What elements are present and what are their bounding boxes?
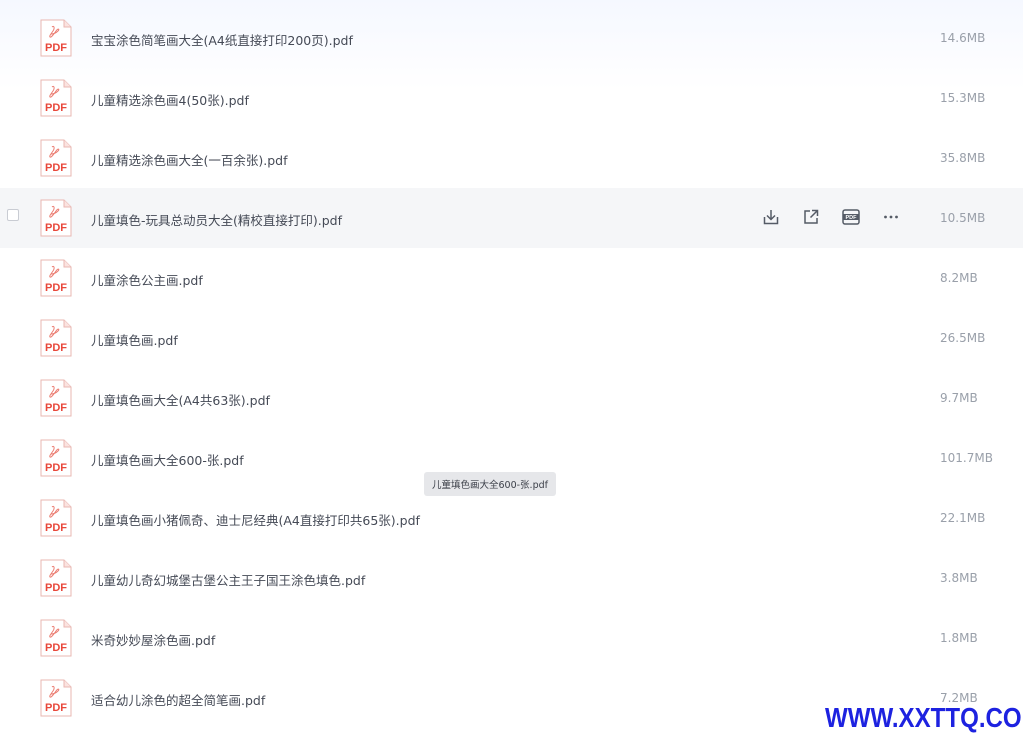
pdf-icon-label: PDF — [45, 402, 67, 414]
pdf-file-icon-partial — [40, 737, 72, 742]
pdf-file-icon[interactable]: PDF — [40, 379, 72, 417]
pdf-icon-label: PDF — [45, 162, 67, 174]
pdf-file-icon[interactable]: PDF — [40, 319, 72, 357]
pdf-icon-label: PDF — [45, 702, 67, 714]
share-icon[interactable] — [800, 206, 822, 228]
file-size: 15.3MB — [940, 91, 986, 105]
file-row[interactable]: PDF 米奇妙妙屋涂色画.pdf 1.8MB — [0, 608, 1023, 668]
file-row[interactable]: PDF 儿童填色画大全(A4共63张).pdf 9.7MB — [0, 368, 1023, 428]
file-row[interactable]: PDF 儿童填色画.pdf 26.5MB — [0, 308, 1023, 368]
file-name[interactable]: 儿童填色画.pdf — [91, 330, 178, 349]
pdf-file-icon[interactable]: PDF — [40, 19, 72, 57]
pdf-icon-label: PDF — [45, 42, 67, 54]
filename-tooltip: 儿童填色画大全600-张.pdf — [424, 472, 556, 496]
file-name[interactable]: 宝宝涂色简笔画大全(A4纸直接打印200页).pdf — [91, 30, 353, 49]
file-size: 101.7MB — [940, 451, 993, 465]
download-icon[interactable] — [760, 206, 782, 228]
file-name[interactable]: 儿童精选涂色画大全(一百余张).pdf — [91, 150, 288, 169]
file-size: 3.8MB — [940, 571, 978, 585]
svg-text:PDF: PDF — [846, 215, 858, 221]
file-size: 35.8MB — [940, 151, 986, 165]
file-name[interactable]: 儿童填色画小猪佩奇、迪士尼经典(A4直接打印共65张).pdf — [91, 510, 420, 529]
file-size: 14.6MB — [940, 31, 986, 45]
pdf-file-icon[interactable]: PDF — [40, 499, 72, 537]
file-size: 10.5MB — [940, 211, 986, 225]
file-name[interactable]: 米奇妙妙屋涂色画.pdf — [91, 630, 215, 649]
file-size: 9.7MB — [940, 391, 978, 405]
pdf-file-icon[interactable]: PDF — [40, 259, 72, 297]
pdf-file-icon[interactable]: PDF — [40, 439, 72, 477]
file-name[interactable]: 适合幼儿涂色的超全简笔画.pdf — [91, 690, 265, 709]
file-row[interactable]: PDF 儿童幼儿奇幻城堡古堡公主王子国王涂色填色.pdf 3.8MB — [0, 548, 1023, 608]
file-browser: PDF 宝宝涂色简笔画大全(A4纸直接打印200页).pdf 14.6MB PDF 儿童… — [0, 0, 1023, 742]
file-name[interactable]: 儿童幼儿奇幻城堡古堡公主王子国王涂色填色.pdf — [91, 570, 365, 589]
pdf-file-icon[interactable]: PDF — [40, 679, 72, 717]
file-name[interactable]: 儿童精选涂色画4(50张).pdf — [91, 90, 249, 109]
pdf-icon-label: PDF — [45, 522, 67, 534]
pdf-file-icon[interactable]: PDF — [40, 619, 72, 657]
file-row[interactable]: PDF 儿童精选涂色画4(50张).pdf 15.3MB — [0, 68, 1023, 128]
pdf-icon-label: PDF — [45, 582, 67, 594]
file-row[interactable]: PDF 儿童填色-玩具总动员大全(精校直接打印).pdf PDF 10.5MB — [0, 188, 1023, 248]
pdf-icon-label: PDF — [45, 282, 67, 294]
pdf-icon-label: PDF — [45, 642, 67, 654]
file-size: 26.5MB — [940, 331, 986, 345]
file-name[interactable]: 儿童填色画大全600-张.pdf — [91, 450, 244, 469]
pdf-file-icon[interactable]: PDF — [40, 199, 72, 237]
file-name[interactable]: 儿童填色画大全(A4共63张).pdf — [91, 390, 270, 409]
pdf-icon-label: PDF — [45, 102, 67, 114]
file-size: 8.2MB — [940, 271, 978, 285]
row-checkbox[interactable] — [7, 209, 19, 221]
more-icon[interactable] — [880, 206, 902, 228]
file-name[interactable]: 儿童涂色公主画.pdf — [91, 270, 203, 289]
file-size: 1.8MB — [940, 631, 978, 645]
pdf-icon-label: PDF — [45, 222, 67, 234]
pdf-icon-label: PDF — [45, 342, 67, 354]
file-size: 22.1MB — [940, 511, 986, 525]
file-row[interactable]: PDF 宝宝涂色简笔画大全(A4纸直接打印200页).pdf 14.6MB — [0, 8, 1023, 68]
file-row[interactable]: PDF 儿童涂色公主画.pdf 8.2MB — [0, 248, 1023, 308]
file-row[interactable]: PDF 儿童填色画小猪佩奇、迪士尼经典(A4直接打印共65张).pdf 22.1MB — [0, 488, 1023, 548]
pdf-convert-icon[interactable]: PDF — [840, 206, 862, 228]
site-watermark: WWW.XXTTQ.COM — [825, 702, 1023, 733]
pdf-icon-label: PDF — [45, 462, 67, 474]
pdf-file-icon[interactable]: PDF — [40, 139, 72, 177]
file-row[interactable]: PDF 儿童精选涂色画大全(一百余张).pdf 35.8MB — [0, 128, 1023, 188]
pdf-file-icon[interactable]: PDF — [40, 79, 72, 117]
pdf-file-icon[interactable]: PDF — [40, 559, 72, 597]
file-list: PDF 宝宝涂色简笔画大全(A4纸直接打印200页).pdf 14.6MB PDF 儿童… — [0, 8, 1023, 728]
file-name[interactable]: 儿童填色-玩具总动员大全(精校直接打印).pdf — [91, 210, 342, 229]
